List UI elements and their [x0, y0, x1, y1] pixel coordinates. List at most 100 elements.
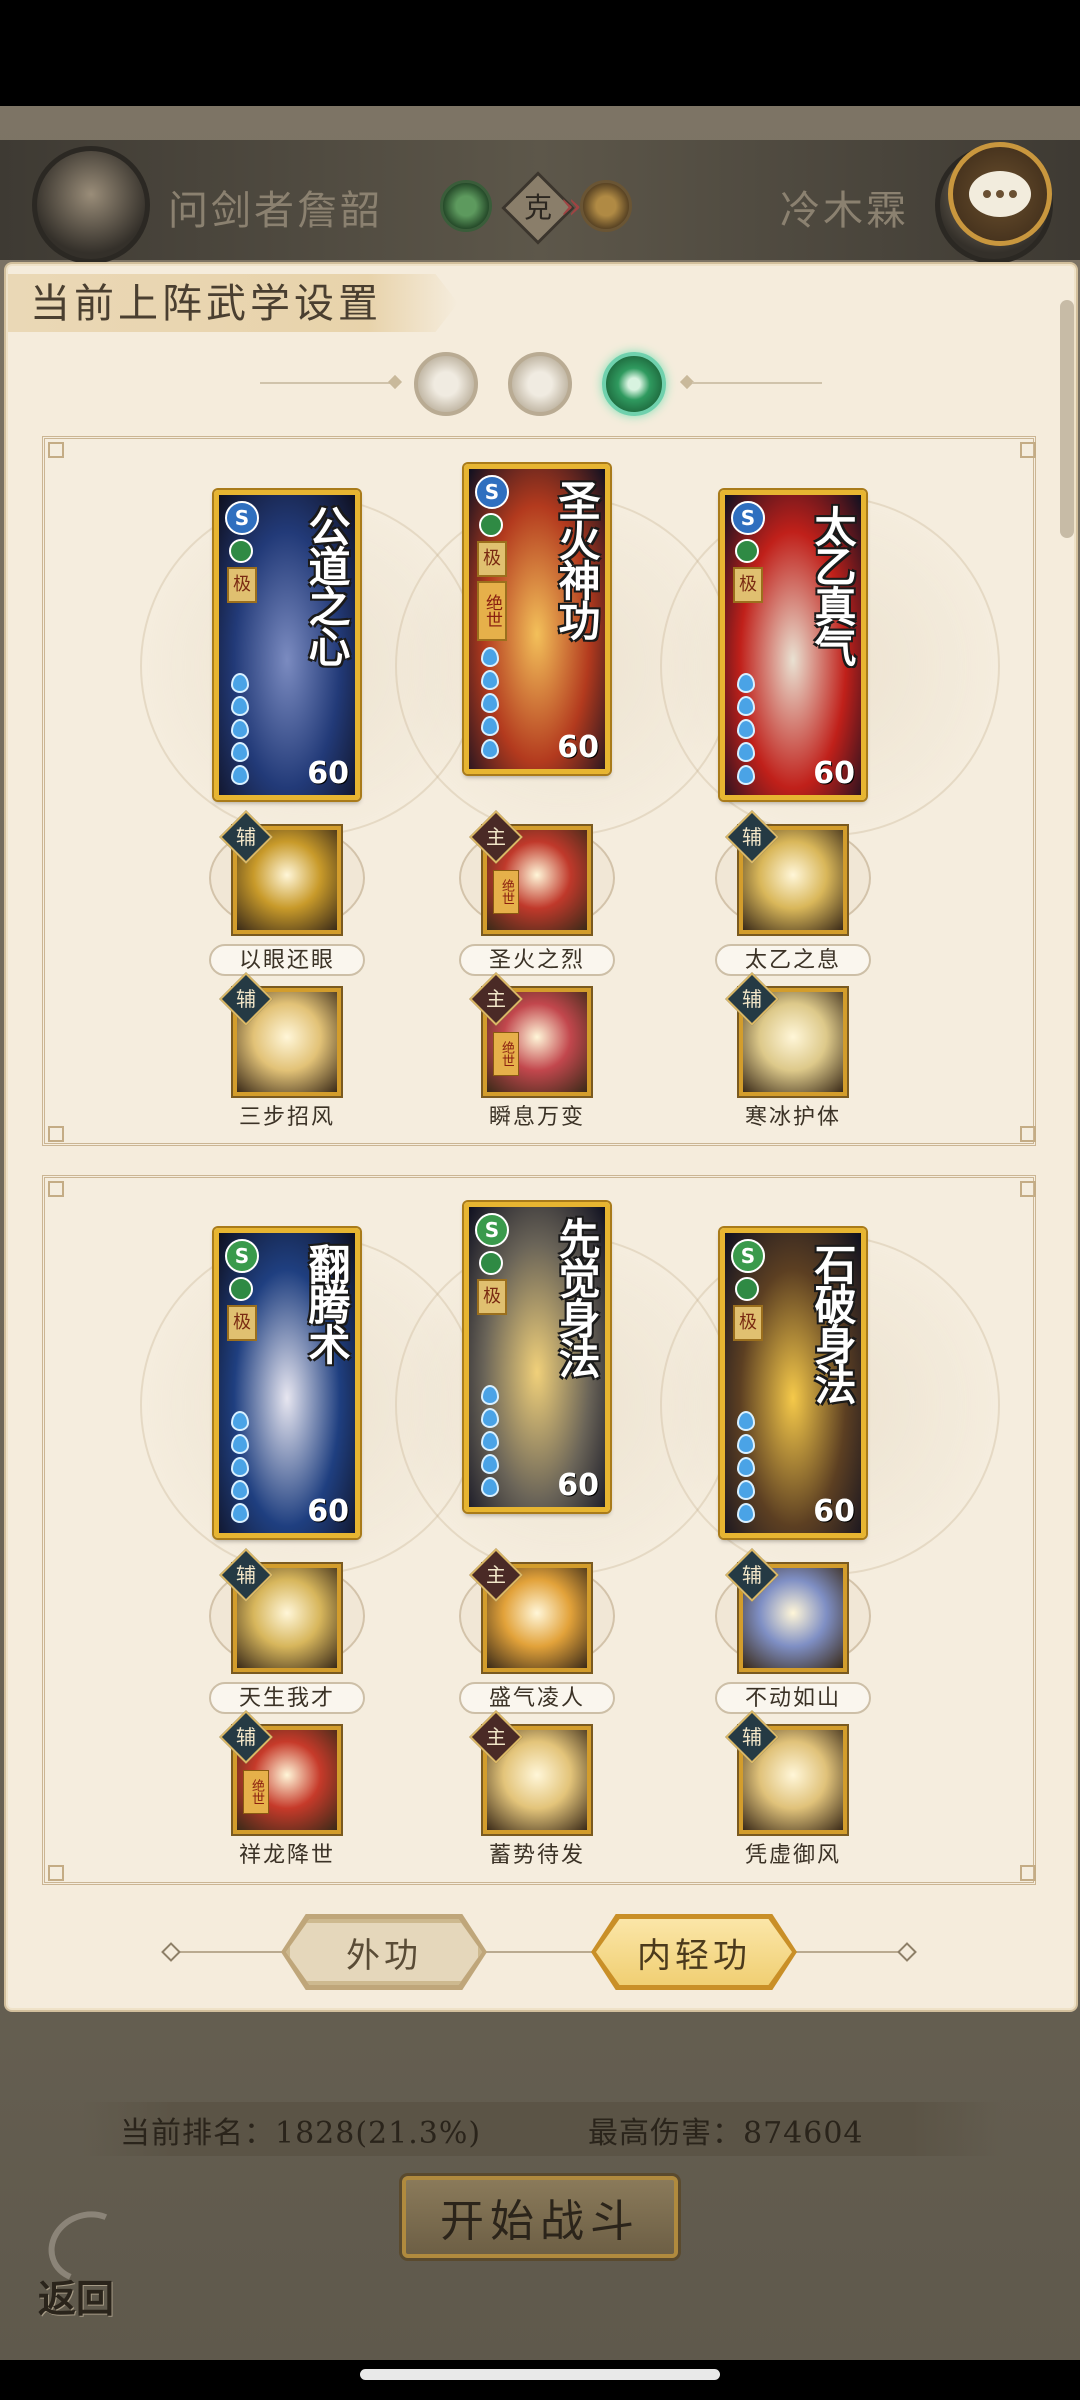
green-swirl-icon: S — [225, 1239, 259, 1273]
jade-icon — [229, 539, 253, 563]
martial-art-card[interactable]: S 极 石破身法 60 — [720, 1228, 866, 1538]
star-drops-icon — [231, 1411, 249, 1523]
frame-corner — [1020, 1865, 1036, 1881]
grade-badge: 极 — [733, 567, 763, 603]
star-drops-icon — [481, 1385, 499, 1497]
card-name: 太乙真气 — [808, 505, 857, 665]
card-level: 60 — [557, 730, 599, 765]
card-name: 石破身法 — [808, 1243, 857, 1403]
moon-selector[interactable] — [414, 352, 478, 416]
chat-bubble-icon — [969, 171, 1031, 217]
nav-area — [0, 2360, 1080, 2400]
divider — [792, 1951, 900, 1953]
skill-label: 天生我才 — [209, 1682, 365, 1714]
skill-icon[interactable]: 主 — [469, 1548, 591, 1672]
legendary-badge: 绝世 — [493, 870, 519, 914]
chat-button[interactable] — [948, 142, 1052, 246]
card-name: 先觉身法 — [552, 1217, 601, 1377]
divider — [692, 382, 822, 384]
jade-selector[interactable] — [602, 352, 666, 416]
panel-title: 当前上阵武学设置 — [30, 281, 382, 327]
home-indicator[interactable] — [360, 2369, 720, 2380]
star-drops-icon — [481, 647, 499, 759]
skill-icon[interactable]: 辅 — [725, 1710, 847, 1834]
card-level: 60 — [307, 756, 349, 791]
skill-label: 三步招风 — [238, 1105, 335, 1130]
card-level: 60 — [557, 1468, 599, 1503]
green-swirl-icon: S — [731, 1239, 765, 1273]
skill-icon[interactable]: 辅 — [219, 972, 341, 1096]
divider — [260, 382, 390, 384]
skill-label: 蓄势待发 — [488, 1843, 585, 1868]
start-battle-button[interactable]: 开始战斗 — [402, 2176, 678, 2258]
skill-icon[interactable]: 辅绝世 — [219, 1710, 341, 1834]
skill-label: 凭虚御风 — [744, 1843, 841, 1868]
card-name: 公道之心 — [302, 505, 351, 665]
card-level: 60 — [813, 1494, 855, 1529]
skill-icon[interactable]: 辅 — [725, 1548, 847, 1672]
skill-icon[interactable]: 主 — [469, 1710, 591, 1834]
star-drops-icon — [737, 1411, 755, 1523]
martial-art-card[interactable]: S 极 翻腾术 60 — [214, 1228, 360, 1538]
frame-corner — [48, 442, 64, 458]
jade-icon — [479, 513, 503, 537]
player-left-name: 问剑者詹韶 — [168, 188, 383, 234]
frame-corner — [48, 1126, 64, 1142]
grade-badge: 极 — [227, 567, 257, 603]
skill-label: 以眼还眼 — [209, 944, 365, 976]
skill-label: 不动如山 — [715, 1682, 871, 1714]
skill-label: 瞬息万变 — [488, 1105, 585, 1130]
frame-corner — [48, 1865, 64, 1881]
tab-outer-skills[interactable]: 外功 — [286, 1919, 482, 1985]
grade-badge: 极 — [477, 1279, 507, 1315]
damage-label: 最高伤害：874604 — [588, 2116, 864, 2151]
divider — [172, 1951, 288, 1953]
skill-icon[interactable]: 主绝世 — [469, 972, 591, 1096]
status-bar — [0, 0, 1080, 106]
skill-icon[interactable]: 辅 — [219, 810, 341, 934]
skill-label: 太乙之息 — [715, 944, 871, 976]
skill-label: 圣火之烈 — [459, 944, 615, 976]
green-swirl-icon: S — [475, 1213, 509, 1247]
martial-art-card[interactable]: S 极绝世 圣火神功 60 — [464, 464, 610, 774]
martial-art-card[interactable]: S 极 公道之心 60 — [214, 490, 360, 800]
rank-label: 当前排名：1828(21.3%) — [120, 2116, 482, 2151]
back-button[interactable]: 返回 — [32, 2200, 138, 2324]
blue-swirl-icon: S — [475, 475, 509, 509]
skill-icon[interactable]: 主绝世 — [469, 810, 591, 934]
frame-corner — [1020, 442, 1036, 458]
tab-inner-skills[interactable]: 内轻功 — [596, 1919, 792, 1985]
jade-icon — [735, 539, 759, 563]
jade-element-icon — [440, 180, 492, 232]
star-drops-icon — [737, 673, 755, 785]
legendary-badge: 绝世 — [493, 1032, 519, 1076]
blue-swirl-icon: S — [731, 501, 765, 535]
jade-icon — [229, 1277, 253, 1301]
legendary-badge: 绝世 — [243, 1770, 269, 1814]
frame-corner — [48, 1181, 64, 1197]
skill-label: 寒冰护体 — [744, 1105, 841, 1130]
skill-icon[interactable]: 辅 — [725, 810, 847, 934]
card-level: 60 — [813, 756, 855, 791]
chevron-right-icon: » — [560, 186, 583, 227]
divider — [482, 1951, 594, 1953]
blue-swirl-icon: S — [225, 501, 259, 535]
sun-element-icon — [580, 180, 632, 232]
jade-icon — [735, 1277, 759, 1301]
grade-badge: 极 — [733, 1305, 763, 1341]
player-right-name: 冷木霖 — [780, 188, 909, 234]
legendary-badge: 绝世 — [477, 581, 507, 641]
skill-icon[interactable]: 辅 — [219, 1548, 341, 1672]
star-drops-icon — [231, 673, 249, 785]
card-level: 60 — [307, 1494, 349, 1529]
skill-icon[interactable]: 辅 — [725, 972, 847, 1096]
frame-corner — [1020, 1181, 1036, 1197]
scrollbar[interactable] — [1060, 300, 1074, 538]
grade-badge: 极 — [227, 1305, 257, 1341]
skill-label: 盛气凌人 — [459, 1682, 615, 1714]
sun-selector[interactable] — [508, 352, 572, 416]
grade-badge: 极 — [477, 541, 507, 577]
martial-art-card[interactable]: S 极 先觉身法 60 — [464, 1202, 610, 1512]
card-name: 翻腾术 — [302, 1243, 351, 1363]
martial-art-card[interactable]: S 极 太乙真气 60 — [720, 490, 866, 800]
